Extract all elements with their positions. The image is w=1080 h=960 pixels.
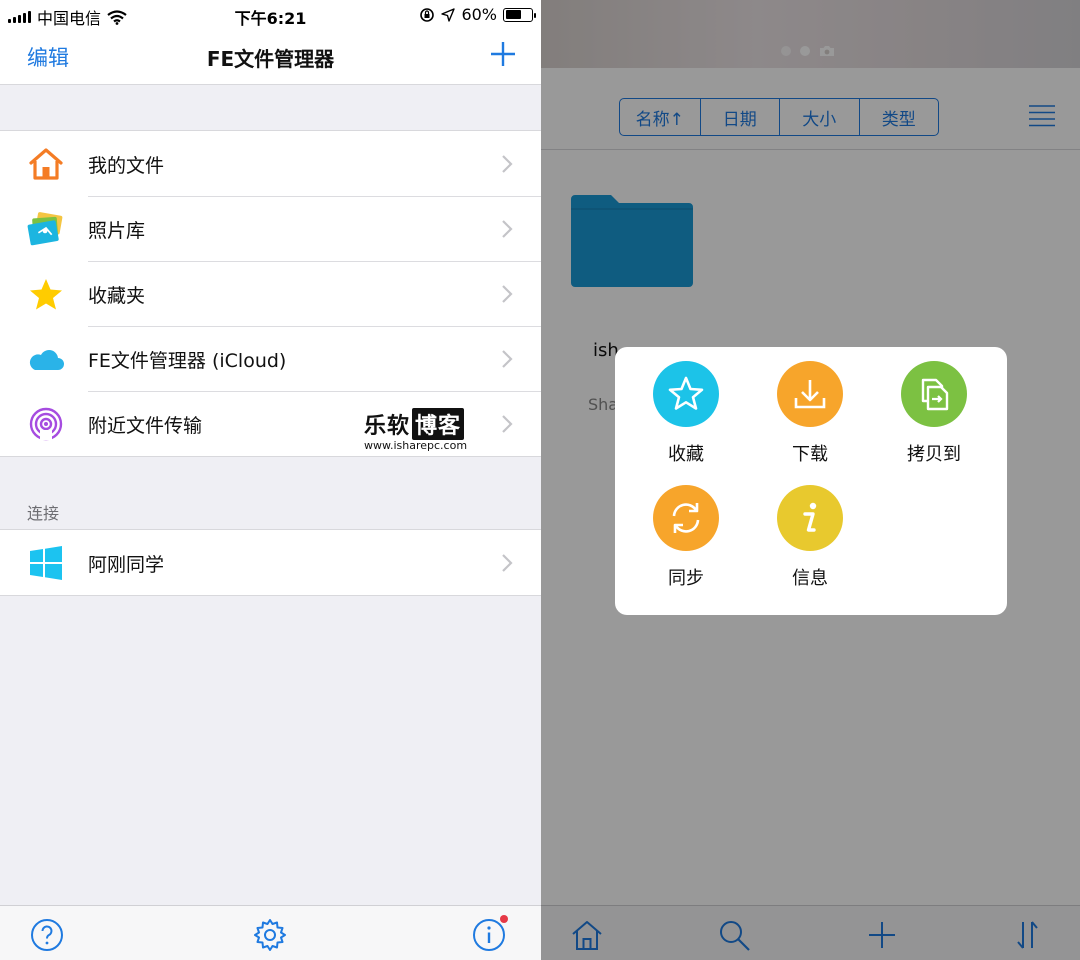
airdrop-icon	[27, 405, 65, 443]
add-icon[interactable]	[487, 38, 519, 70]
list-item-connection[interactable]: 阿刚同学	[0, 530, 541, 595]
list-item-photo-library[interactable]: 照片库	[0, 196, 541, 261]
action-label: 同步	[668, 568, 704, 589]
list-item-label: 阿刚同学	[88, 554, 165, 576]
action-label: 信息	[792, 568, 828, 589]
list-item-my-files[interactable]: 我的文件	[0, 131, 541, 196]
chevron-right-icon	[502, 155, 513, 173]
home-icon	[27, 145, 65, 183]
action-circle	[777, 361, 843, 427]
star-outline-icon	[668, 376, 704, 410]
windows-icon	[27, 544, 65, 582]
list-item-label: 我的文件	[88, 155, 165, 177]
settings-gear-icon[interactable]	[253, 918, 287, 952]
list-item-favorites[interactable]: 收藏夹	[0, 261, 541, 326]
chevron-right-icon	[502, 554, 513, 572]
tab-bar	[0, 905, 541, 960]
copy-to-icon	[921, 378, 949, 411]
list-item-label: FE文件管理器 (iCloud)	[88, 350, 287, 372]
photos-icon	[27, 210, 65, 248]
action-download[interactable]: 下载	[760, 361, 860, 466]
star-icon	[27, 275, 65, 313]
status-bar: 中国电信 下午6:21 60%	[0, 0, 541, 30]
help-icon[interactable]	[30, 918, 64, 952]
list-item-label: 照片库	[88, 220, 146, 242]
battery-percent: 60%	[461, 5, 497, 24]
action-circle	[653, 361, 719, 427]
action-copy-to[interactable]: 拷贝到	[884, 361, 984, 466]
chevron-right-icon	[502, 220, 513, 238]
action-label: 拷贝到	[907, 444, 961, 465]
action-popup: 收藏 下载 拷贝到 同步 信息	[615, 347, 1007, 615]
page-title: FE文件管理器	[206, 47, 335, 71]
action-sync[interactable]: 同步	[636, 485, 736, 590]
action-label: 收藏	[668, 444, 704, 465]
watermark-url: www.isharepc.com	[364, 439, 468, 452]
list-item-label: 收藏夹	[88, 285, 146, 307]
watermark-brand-a: 乐软	[364, 414, 411, 439]
battery-icon	[503, 7, 536, 22]
orientation-lock-icon	[420, 7, 435, 22]
info-button[interactable]	[472, 915, 508, 952]
notification-badge	[500, 915, 508, 923]
chevron-right-icon	[502, 350, 513, 368]
info-icon	[473, 919, 505, 951]
action-info[interactable]: 信息	[760, 485, 860, 590]
list-item-icloud[interactable]: FE文件管理器 (iCloud)	[0, 326, 541, 391]
cloud-icon	[27, 340, 65, 378]
download-icon	[794, 380, 826, 409]
chevron-right-icon	[502, 285, 513, 303]
action-favorite[interactable]: 收藏	[636, 361, 736, 466]
watermark-brand-b: 博客	[412, 408, 465, 440]
watermark: 乐软 博客 www.isharepc.com	[364, 408, 468, 452]
action-circle	[901, 361, 967, 427]
chevron-right-icon	[502, 415, 513, 433]
location-icon	[441, 7, 456, 22]
left-pane: 中国电信 下午6:21 60% 编辑 FE文件管理器 我的文件 照片库 收藏夹 …	[0, 0, 541, 960]
nav-bar: 编辑 FE文件管理器	[0, 30, 541, 85]
action-label: 下载	[792, 444, 828, 465]
action-circle	[653, 485, 719, 551]
list-item-label: 附近文件传输	[88, 415, 203, 437]
info-italic-icon	[803, 502, 817, 532]
action-circle	[777, 485, 843, 551]
connections-list: 阿刚同学	[0, 529, 541, 596]
section-header-connections: 连接	[27, 504, 60, 523]
sync-icon	[672, 503, 700, 533]
